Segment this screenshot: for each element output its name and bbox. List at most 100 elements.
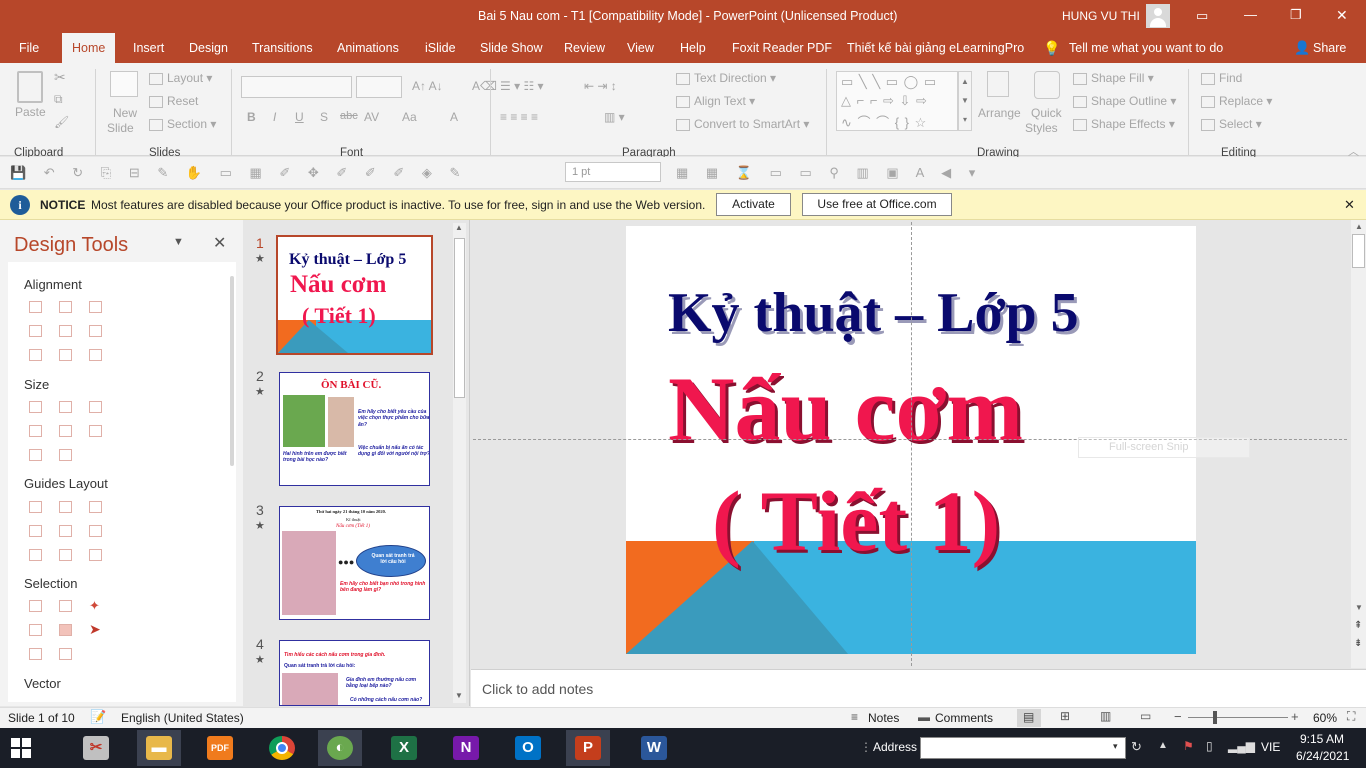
guide-grid-1-icon[interactable] (29, 549, 42, 561)
spellcheck-icon[interactable]: 📝 (90, 709, 106, 725)
clock-time[interactable]: 9:15 AM (1300, 732, 1344, 746)
zoom-in-button[interactable]: + (1291, 709, 1299, 724)
copy-icon[interactable]: ⧉ (54, 92, 63, 107)
tell-me-input[interactable]: Tell me what you want to do (1069, 33, 1223, 63)
clock-date[interactable]: 6/24/2021 (1296, 749, 1349, 763)
next-slide-icon[interactable]: ⇟ (1354, 638, 1362, 649)
select-button[interactable]: Select ▾ (1201, 117, 1262, 131)
taskbar-onenote[interactable]: N (444, 730, 488, 766)
distribute-vertical-icon[interactable] (59, 349, 72, 361)
thumbs-scroll-down-icon[interactable]: ▼ (455, 691, 463, 700)
size-right-icon[interactable] (59, 449, 72, 461)
font-color-button[interactable]: A (450, 110, 458, 124)
font-size-combo[interactable] (356, 76, 402, 98)
columns-icon[interactable]: ▥ ▾ (604, 110, 625, 124)
paste-button[interactable]: Paste (15, 105, 46, 119)
close-pane-icon[interactable]: ✕ (213, 233, 226, 253)
tab-elearning[interactable]: Thiết kế bài giảng eLearningPro (847, 33, 1024, 63)
thumbnail-slide-3[interactable]: Thứ hai ngày 21 tháng 10 năm 2020. Kĩ th… (279, 506, 430, 620)
italic-button[interactable]: I (273, 110, 276, 124)
guide-middle-icon[interactable] (59, 525, 72, 537)
thumbnail-slide-1[interactable]: Kỷ thuật – Lớp 5 Nấu cơm ( Tiết 1) (276, 235, 433, 355)
shape-fill-button[interactable]: Shape Fill ▾ (1073, 71, 1154, 85)
language-tray[interactable]: VIE (1261, 740, 1280, 754)
taskbar-foxit-pdf[interactable]: PDF (198, 730, 242, 766)
tab-insert[interactable]: Insert (133, 33, 164, 63)
taskbar-app[interactable]: ◐ (318, 730, 362, 766)
guide-left-icon[interactable] (29, 501, 42, 513)
design-tools-scrollbar[interactable] (230, 276, 234, 466)
replace-button[interactable]: Replace ▾ (1201, 94, 1272, 108)
align-center-icon[interactable] (59, 301, 72, 313)
section-button[interactable]: Section ▾ (149, 117, 216, 131)
thumbs-scroll-thumb[interactable] (454, 238, 465, 398)
line-weight-combo[interactable]: 1 pt (565, 162, 661, 182)
select-layer-icon[interactable] (59, 648, 72, 660)
bullets-icon[interactable]: ☰ ▾ ☷ ▾ (500, 79, 544, 93)
select-group-icon[interactable] (29, 624, 42, 636)
comments-toggle[interactable]: Comments (935, 711, 993, 725)
align-bottom-icon[interactable] (89, 325, 102, 337)
fit-width-icon[interactable] (29, 425, 42, 437)
size-left-icon[interactable] (29, 449, 42, 461)
taskbar-excel[interactable]: X (382, 730, 426, 766)
windows-start-icon-b[interactable] (22, 738, 31, 747)
select-fill-icon[interactable] (59, 624, 72, 636)
editor-scroll-up-icon[interactable]: ▲ (1355, 222, 1363, 231)
same-size-icon[interactable] (89, 401, 102, 413)
new-slide-label-1[interactable]: New (113, 106, 137, 120)
underline-button[interactable]: U (295, 110, 304, 124)
bold-button[interactable]: B (247, 110, 256, 124)
address-dropdown-icon[interactable]: ▾ (1113, 741, 1118, 752)
zoom-out-button[interactable]: − (1174, 709, 1182, 724)
grow-font-icon[interactable]: A↑ A↓ (412, 79, 443, 93)
arrange-button[interactable]: Arrange (978, 106, 1021, 120)
activate-button[interactable]: Activate (716, 193, 791, 216)
strikethrough-button[interactable]: abc (340, 110, 358, 122)
battery-icon[interactable]: ▯ (1206, 739, 1213, 753)
clipboard-icon[interactable] (17, 71, 43, 103)
use-free-button[interactable]: Use free at Office.com (802, 193, 952, 216)
notes-toggle[interactable]: Notes (868, 711, 899, 725)
comments-icon[interactable]: ▬ (918, 710, 930, 724)
new-slide-label-2[interactable]: Slide (107, 121, 134, 135)
user-name[interactable]: HUNG VU THI (1062, 9, 1140, 23)
guide-right-icon[interactable] (89, 501, 102, 513)
zoom-slider-track[interactable] (1188, 717, 1288, 718)
find-button[interactable]: Find (1201, 71, 1242, 85)
shape-effects-button[interactable]: Shape Effects ▾ (1073, 117, 1175, 131)
pane-options-icon[interactable]: ▼ (173, 236, 184, 248)
taskbar-snipping-tool[interactable]: ✂ (74, 730, 118, 766)
change-case-button[interactable]: Aa (402, 110, 417, 124)
tab-home[interactable]: Home (62, 33, 116, 63)
arrange-icon[interactable] (987, 71, 1009, 97)
shapes-scroll[interactable]: ▲ ▼ ▾ (958, 71, 972, 131)
qat-icons-left[interactable]: 💾 ↶ ↻ ⎘ ⊟ ✎ ✋ ▭ ▦ ✐ ✥ ✐ ✐ ✐ ◈ ✎ (10, 165, 467, 181)
align-text-button[interactable]: Align Text ▾ (676, 94, 755, 108)
avatar[interactable] (1146, 4, 1170, 28)
new-slide-icon[interactable] (110, 71, 138, 97)
quick-styles-label-1[interactable]: Quick (1031, 106, 1062, 120)
guide-bottom-icon[interactable] (89, 525, 102, 537)
language-indicator[interactable]: English (United States) (121, 711, 244, 725)
editor-scroll-thumb[interactable] (1352, 234, 1365, 268)
taskbar-chrome[interactable] (260, 730, 304, 766)
windows-start-icon-d[interactable] (22, 749, 31, 758)
tab-islide[interactable]: iSlide (425, 33, 456, 63)
tab-file[interactable]: File (19, 33, 39, 63)
notes-icon[interactable]: ≡ (851, 710, 858, 724)
tab-foxit[interactable]: Foxit Reader PDF (732, 33, 832, 63)
select-same-icon[interactable] (29, 600, 42, 612)
tab-design[interactable]: Design (189, 33, 228, 63)
char-spacing-button[interactable]: AV (364, 110, 379, 124)
reset-button[interactable]: Reset (149, 94, 198, 108)
quick-styles-icon[interactable] (1034, 71, 1060, 99)
align-middle-icon[interactable] (59, 325, 72, 337)
restore-button[interactable]: ❐ (1290, 7, 1302, 23)
thumbnail-slide-2[interactable]: ÔN BÀI CŨ. Em hãy cho biết yêu cầu của v… (279, 372, 430, 486)
notes-placeholder[interactable]: Click to add notes (482, 681, 593, 697)
shape-outline-button[interactable]: Shape Outline ▾ (1073, 94, 1176, 108)
minimize-button[interactable]: — (1244, 7, 1257, 22)
indent-icon[interactable]: ⇤ ⇥ ↕ (584, 79, 617, 93)
align-top-icon[interactable] (29, 325, 42, 337)
